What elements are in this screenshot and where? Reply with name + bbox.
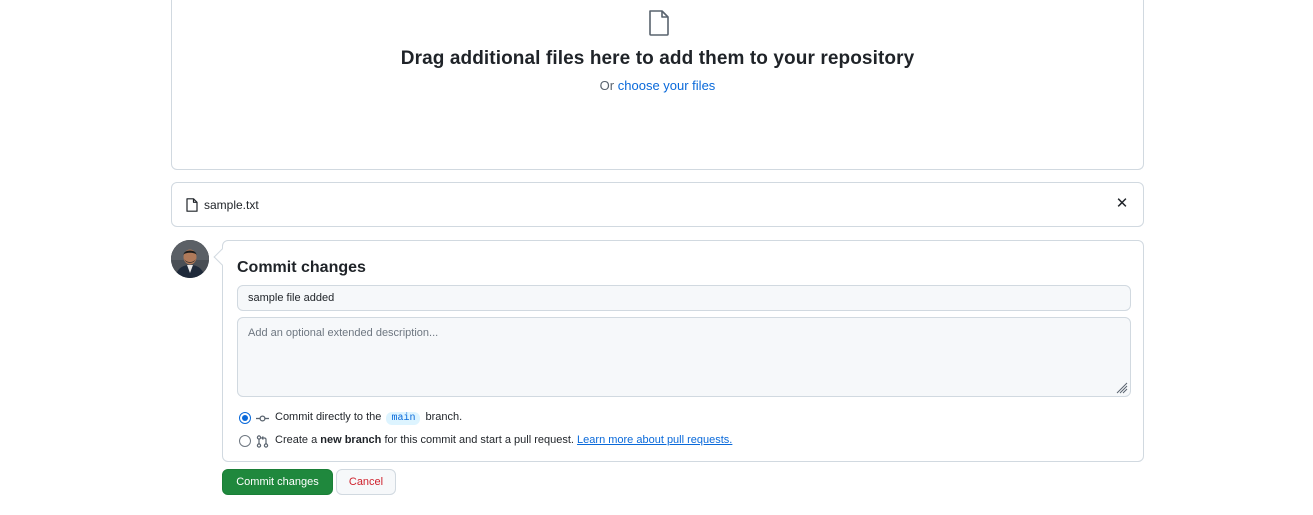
- option-text: for this commit and start a pull request…: [384, 434, 574, 446]
- file-name: sample.txt: [204, 198, 259, 212]
- resize-grip-icon[interactable]: [1115, 381, 1128, 394]
- commit-form: Commit changes Commit directly to the ma…: [213, 240, 1144, 462]
- option-text: Commit directly to the: [275, 411, 382, 423]
- commit-changes-button[interactable]: Commit changes: [222, 469, 333, 495]
- dropzone-subtitle: Or choose your files: [172, 78, 1143, 93]
- commit-title: Commit changes: [237, 259, 366, 276]
- new-branch-radio[interactable]: [239, 435, 251, 447]
- branch-name-badge: main: [386, 412, 421, 425]
- learn-more-link[interactable]: Learn more about pull requests.: [577, 434, 732, 446]
- new-branch-label: Create a new branch for this commit and …: [275, 434, 732, 446]
- option-text: branch.: [425, 411, 463, 423]
- file-drop-zone[interactable]: Drag additional files here to add them t…: [171, 0, 1144, 170]
- file-icon: [186, 198, 198, 212]
- commit-directly-radio[interactable]: [239, 412, 251, 424]
- or-text: Or: [599, 78, 615, 93]
- git-pull-request-icon: [256, 435, 269, 448]
- file-list-item: sample.txt ✕: [171, 182, 1144, 227]
- commit-description-input[interactable]: [237, 317, 1131, 397]
- git-commit-icon: [256, 415, 269, 422]
- avatar-image: [171, 240, 209, 278]
- cancel-button[interactable]: Cancel: [336, 469, 396, 495]
- choose-files-link[interactable]: choose your files: [618, 78, 716, 93]
- user-avatar: [171, 240, 209, 278]
- option-text: Create a: [275, 434, 318, 446]
- commit-directly-label: Commit directly to the main branch.: [275, 411, 462, 425]
- file-icon: [649, 10, 669, 36]
- dropzone-title: Drag additional files here to add them t…: [400, 48, 915, 69]
- speech-caret: [213, 248, 231, 266]
- commit-summary-input[interactable]: [237, 285, 1131, 311]
- new-branch-bold: new branch: [320, 434, 382, 446]
- remove-file-icon[interactable]: ✕: [1113, 195, 1131, 213]
